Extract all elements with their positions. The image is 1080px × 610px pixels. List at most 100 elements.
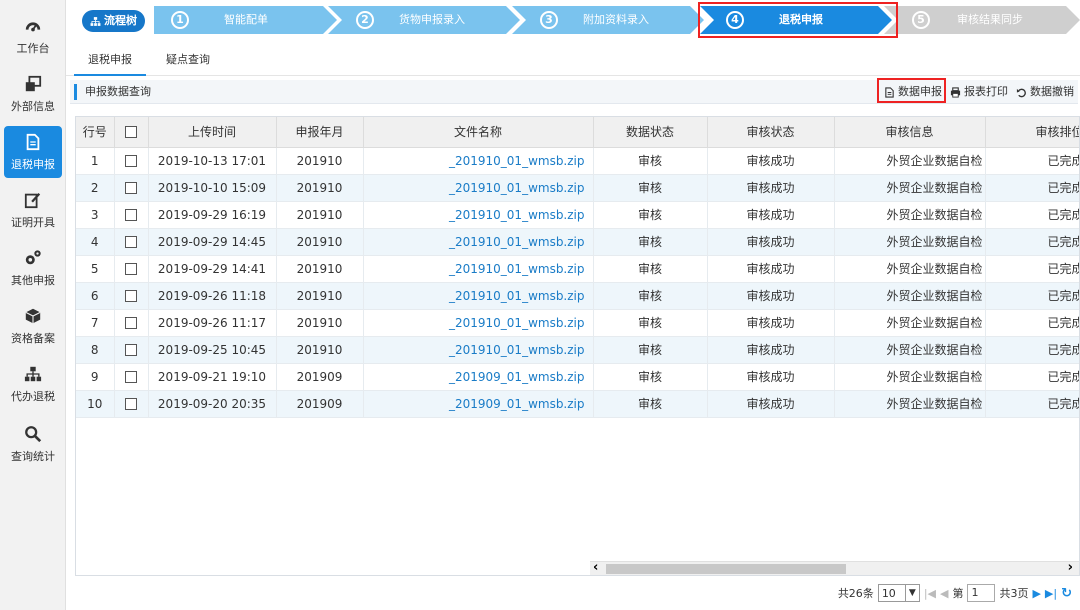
table-row[interactable]: 5 2019-09-29 14:41 201910 _201910_01_wmsb.z… [76,255,1079,283]
printer-icon [950,86,961,98]
row-checkbox[interactable] [114,282,149,310]
table-cell: 审核成功 [707,174,835,202]
last-page-icon[interactable]: ▶| [1045,587,1057,600]
table-cell: 2019-09-26 11:17 [148,309,277,337]
file-name-link[interactable]: _201909_01_wmsb.zip [363,363,594,391]
tab-suspect-query[interactable]: 疑点查询 [166,44,210,76]
column-header: 审核信息 [834,117,986,148]
table-cell: 7 [76,309,115,337]
sidebar-item-query-stats[interactable]: 查询统计 [4,418,62,470]
file-name-link[interactable]: _201910_01_wmsb.zip [363,255,594,283]
row-checkbox[interactable] [114,336,149,364]
table-cell: 201910 [276,147,364,175]
sidebar-item-label: 代办退税 [11,389,55,403]
table-cell: 外贸企业数据自检 [834,336,986,364]
table-cell: 审核成功 [707,390,835,418]
first-page-icon[interactable]: |◀ [924,587,936,600]
prev-page-icon[interactable]: ◀ [940,587,948,600]
row-checkbox[interactable] [114,228,149,256]
table-cell: 审核成功 [707,255,835,283]
table-row[interactable]: 10 2019-09-20 20:35 201909 _201909_01_wmsb.… [76,390,1079,418]
scrollbar-thumb[interactable] [606,564,846,574]
table-cell: 2019-09-29 14:45 [148,228,277,256]
table-cell: 10 [76,390,115,418]
row-checkbox[interactable] [114,147,149,175]
row-checkbox[interactable] [114,390,149,418]
table-cell: 2 [76,174,115,202]
tab-tax-refund[interactable]: 退税申报 [74,44,146,76]
total-count: 共26条 [837,587,874,600]
file-name-link[interactable]: _201910_01_wmsb.zip [363,174,594,202]
file-name-link[interactable]: _201910_01_wmsb.zip [363,282,594,310]
page-prefix: 第 [952,587,964,600]
sidebar-item-label: 其他申报 [11,273,55,287]
report-print-button[interactable]: 报表打印 [950,84,1008,100]
table-row[interactable]: 3 2019-09-29 16:19 201910 _201910_01_wmsb.z… [76,201,1079,229]
row-checkbox[interactable] [114,201,149,229]
row-checkbox[interactable] [114,255,149,283]
table-row[interactable]: 2 2019-10-10 15:09 201910 _201910_01_wmsb.z… [76,174,1079,202]
table-cell: 审核成功 [707,363,835,391]
row-checkbox[interactable] [114,174,149,202]
sidebar-item-other-declare[interactable]: 其他申报 [4,242,62,294]
table-cell: 审核 [593,309,708,337]
sidebar-item-qualification[interactable]: 资格备案 [4,300,62,352]
data-revoke-button[interactable]: 数据撤销 [1016,84,1074,100]
table-cell: 审核 [593,255,708,283]
table-cell: 外贸企业数据自检 [834,282,986,310]
table-cell: 审核成功 [707,309,835,337]
file-name-link[interactable]: _201910_01_wmsb.zip [363,147,594,175]
table-row[interactable]: 1 2019-10-13 17:01 201910 _201910_01_wmsb.z… [76,147,1079,175]
flow-tree-button[interactable]: 流程树 [82,10,145,32]
sidebar-item-external-info[interactable]: 外部信息 [4,68,62,120]
table-row[interactable]: 6 2019-09-26 11:18 201910 _201910_01_wmsb.z… [76,282,1079,310]
sidebar-item-tax-refund[interactable]: 退税申报 [4,126,62,178]
column-header: 审核状态 [707,117,835,148]
table-cell: 外贸企业数据自检 [834,309,986,337]
file-name-link[interactable]: _201910_01_wmsb.zip [363,309,594,337]
table-cell: 审核 [593,147,708,175]
chevron-down-icon: ▼ [904,585,919,601]
sidebar-item-agent-refund[interactable]: 代办退税 [4,358,62,410]
step-number: 5 [912,11,930,29]
table-row[interactable]: 4 2019-09-29 14:45 201910 _201910_01_wmsb.z… [76,228,1079,256]
table-cell: 外贸企业数据自检 [834,363,986,391]
sidebar-item-label: 退税申报 [11,157,55,171]
sidebar-item-certificate[interactable]: 证明开具 [4,184,62,236]
table-cell: 9 [76,363,115,391]
file-name-link[interactable]: _201910_01_wmsb.zip [363,336,594,364]
file-name-link[interactable]: _201909_01_wmsb.zip [363,390,594,418]
next-page-icon[interactable]: ▶ [1032,587,1040,600]
table-row[interactable]: 8 2019-09-25 10:45 201910 _201910_01_wmsb.z… [76,336,1079,364]
sidebar-item-workbench[interactable]: 工作台 [4,10,62,62]
scroll-right-icon[interactable]: › [1068,560,1073,575]
sidebar: 工作台 外部信息 退税申报 证明开具 其他申报 资格备案 代办退税 查询统计 [0,0,66,610]
table-row[interactable]: 9 2019-09-21 19:10 201909 _201909_01_wmsb.z… [76,363,1079,391]
table-cell: 审核 [593,363,708,391]
table-cell: 审核 [593,201,708,229]
table-cell: 已完成 [985,255,1079,283]
page-size-select[interactable]: 10 ▼ [877,584,920,602]
table-cell: 2019-09-21 19:10 [148,363,277,391]
file-name-link[interactable]: _201910_01_wmsb.zip [363,201,594,229]
horizontal-scrollbar[interactable]: ‹ › [590,560,1079,575]
column-header: 申报年月 [276,117,364,148]
refresh-icon[interactable]: ↻ [1061,586,1072,601]
row-checkbox[interactable] [114,309,149,337]
sidebar-item-label: 查询统计 [11,449,55,463]
step-label: 货物申报录入 [399,13,465,26]
dashboard-icon [25,21,41,31]
table-cell: 审核成功 [707,282,835,310]
page-input[interactable]: 1 [967,584,996,602]
table-cell: 1 [76,147,115,175]
file-name-link[interactable]: _201910_01_wmsb.zip [363,228,594,256]
table-row[interactable]: 7 2019-09-26 11:17 201910 _201910_01_wmsb.z… [76,309,1079,337]
scroll-left-icon[interactable]: ‹ [593,560,598,575]
highlight-box [877,78,946,103]
column-header: 行号 [76,117,115,148]
row-checkbox[interactable] [114,363,149,391]
table-cell: 201910 [276,201,364,229]
select-all-checkbox[interactable] [114,117,149,148]
table-cell: 201910 [276,282,364,310]
cube-icon [25,308,41,323]
